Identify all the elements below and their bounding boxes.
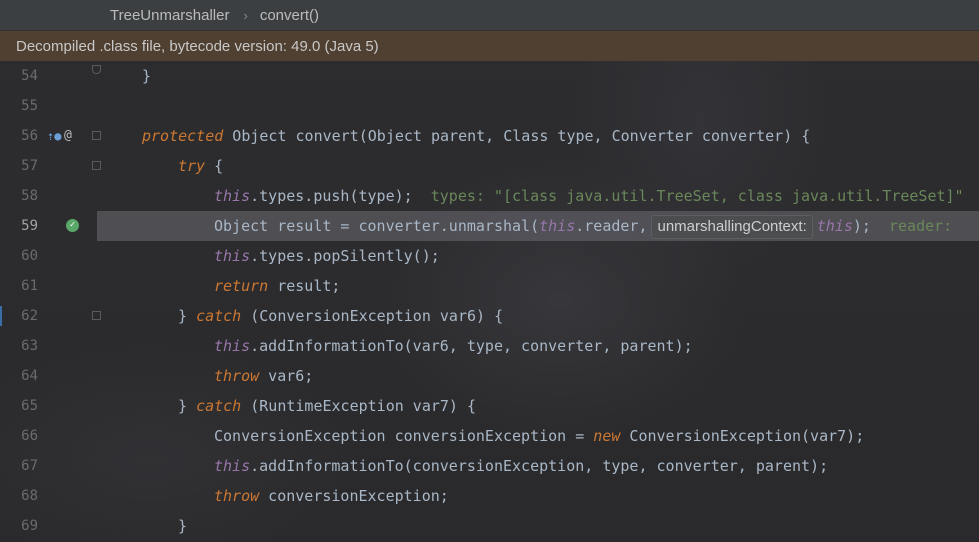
code-line-65[interactable]: 65 } catch (RuntimeException var7) { [0, 391, 979, 421]
override-method-icon[interactable]: ⇡● [47, 121, 61, 151]
code-text: this.types.push(type); types: "[class ja… [214, 187, 964, 205]
code-text: this.types.popSilently(); [214, 247, 440, 265]
line-number: 65 [21, 398, 38, 414]
line-number: 60 [21, 248, 38, 264]
code-text: this.addInformationTo(conversionExceptio… [214, 457, 829, 475]
line-number: 64 [21, 368, 38, 384]
code-line-68[interactable]: 68 throw conversionException; [0, 481, 979, 511]
code-line-57[interactable]: 57 try { [0, 151, 979, 181]
code-editor[interactable]: 54 } 55 56 ⇡● @ protected Object convert… [0, 61, 979, 542]
decompiled-banner-text: Decompiled .class file, bytecode version… [16, 37, 379, 55]
code-line-60[interactable]: 60 this.types.popSilently(); [0, 241, 979, 271]
code-line-69[interactable]: 69 } [0, 511, 979, 541]
line-number: 67 [21, 458, 38, 474]
code-line-64[interactable]: 64 throw var6; [0, 361, 979, 391]
code-line-62[interactable]: 62 } catch (ConversionException var6) { [0, 301, 979, 331]
code-text: ConversionException conversionException … [214, 427, 865, 445]
code-line-66[interactable]: 66 ConversionException conversionExcepti… [0, 421, 979, 451]
fold-start-icon[interactable] [92, 161, 101, 170]
debug-inline-value: types: [430, 187, 494, 205]
breadcrumb-class[interactable]: TreeUnmarshaller [110, 7, 229, 24]
code-text: throw var6; [214, 367, 314, 385]
line-number: 57 [21, 158, 38, 174]
breadcrumb-separator: › [243, 7, 248, 23]
code-text: Object result = converter.unmarshal(this… [214, 211, 952, 241]
line-number: 68 [21, 488, 38, 504]
decompiled-banner: Decompiled .class file, bytecode version… [0, 31, 979, 61]
execution-point-check-icon[interactable]: ✓ [66, 219, 79, 232]
code-line-67[interactable]: 67 this.addInformationTo(conversionExcep… [0, 451, 979, 481]
parameter-hint: unmarshallingContext: [651, 215, 813, 239]
annotation-icon[interactable]: @ [64, 121, 72, 151]
code-line-54[interactable]: 54 } [0, 61, 979, 91]
code-text: return result; [214, 277, 341, 295]
line-number: 62 [21, 308, 38, 324]
fold-end-icon[interactable] [92, 65, 101, 74]
line-number: 56 [21, 128, 38, 144]
code-line-61[interactable]: 61 return result; [0, 271, 979, 301]
line-number: 55 [21, 98, 38, 114]
code-line-63[interactable]: 63 this.addInformationTo(var6, type, con… [0, 331, 979, 361]
code-text: } catch (ConversionException var6) { [178, 307, 504, 325]
code-text: } [178, 517, 188, 535]
line-number: 63 [21, 338, 38, 354]
line-number: 59 [21, 218, 38, 234]
line-number: 66 [21, 428, 38, 444]
line-number: 61 [21, 278, 38, 294]
code-line-58[interactable]: 58 this.types.push(type); types: "[class… [0, 181, 979, 211]
code-text: } [142, 67, 152, 85]
line-number: 69 [21, 518, 38, 534]
breadcrumb-method[interactable]: convert() [260, 7, 319, 24]
line-number: 58 [21, 188, 38, 204]
code-text: protected Object convert(Object parent, … [142, 127, 811, 145]
code-text: } catch (RuntimeException var7) { [178, 397, 477, 415]
code-text: this.addInformationTo(var6, type, conver… [214, 337, 693, 355]
breadcrumb: TreeUnmarshaller › convert() [0, 0, 979, 31]
code-line-55[interactable]: 55 [0, 91, 979, 121]
fold-start-icon[interactable] [92, 131, 101, 140]
code-line-56[interactable]: 56 ⇡● @ protected Object convert(Object … [0, 121, 979, 151]
line-number: 54 [21, 68, 38, 84]
fold-start-icon[interactable] [92, 311, 101, 320]
code-line-59-current[interactable]: 59 ✓ Object result = converter.unmarshal… [0, 211, 979, 241]
debug-inline-value: reader: [888, 217, 953, 235]
code-text: throw conversionException; [214, 487, 449, 505]
code-text: try { [178, 157, 224, 175]
